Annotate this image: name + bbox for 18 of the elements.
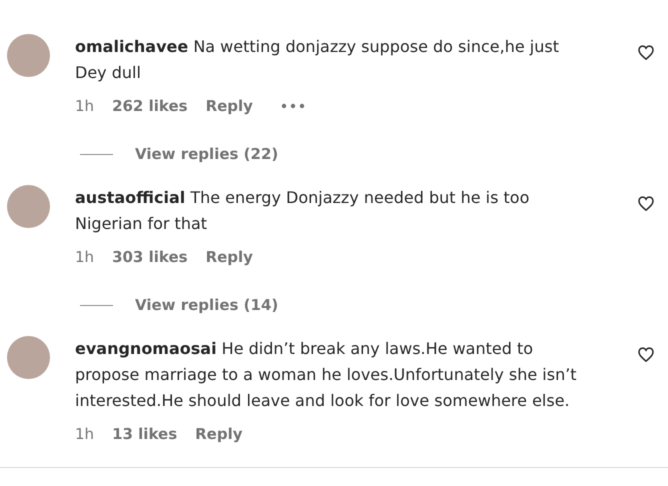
reply-link[interactable]: Reply [206, 248, 253, 266]
reply-link[interactable]: Reply [195, 425, 243, 443]
comment-time: 1h [75, 248, 94, 266]
view-replies-button[interactable]: View replies (14) [135, 296, 278, 314]
heart-icon[interactable] [638, 347, 654, 362]
reply-link[interactable]: Reply [206, 97, 253, 115]
view-replies-button[interactable]: View replies (22) [135, 145, 278, 163]
more-options-icon[interactable] [280, 103, 305, 109]
heart-icon[interactable] [638, 196, 654, 211]
comment-text: evangnomaosai He didn’t break any laws.He wanted to propose marriage to a woman he loves.Unfortunately she isn’t interested.He should leave and look for love somewhere else. [75, 338, 578, 412]
heart-icon[interactable] [638, 45, 654, 60]
comment-time: 1h [75, 425, 94, 443]
comment-text: omalichavee Na wetting donjazzy suppose do since,he just Dey dull [75, 36, 560, 84]
comment-text: austaofficial The energy Donjazzy needed but he is too Nigerian for that [75, 187, 530, 235]
likes-count[interactable]: 13 likes [112, 425, 178, 443]
likes-count[interactable]: 262 likes [112, 97, 188, 115]
likes-count[interactable]: 303 likes [112, 248, 188, 266]
comment-time: 1h [75, 97, 94, 115]
